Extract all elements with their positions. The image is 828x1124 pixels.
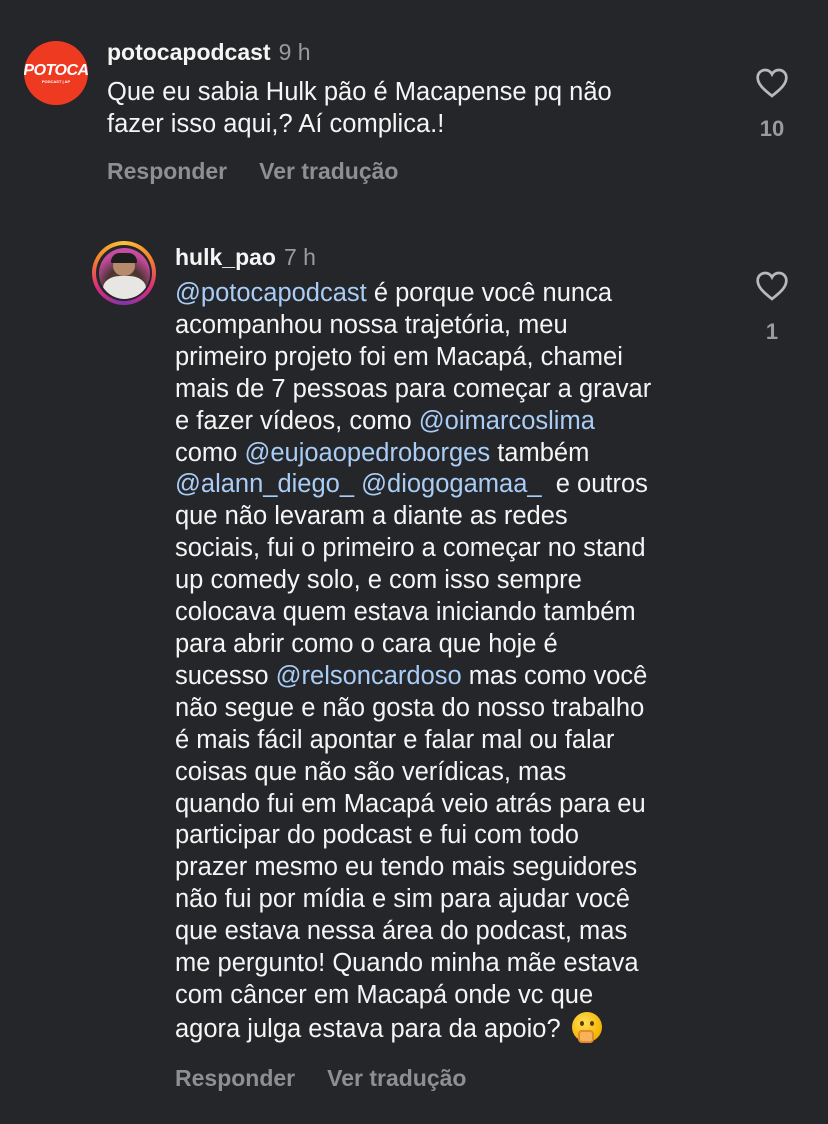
text-segment: e fazer vídeos, como <box>175 406 419 435</box>
mention-link[interactable]: @relsoncardoso <box>276 662 462 690</box>
like-area: 1 <box>747 271 797 345</box>
story-ring <box>92 241 156 305</box>
mention-link[interactable]: @potocapodcast <box>175 279 367 307</box>
reply-button[interactable]: Responder <box>107 158 227 184</box>
like-count: 10 <box>759 116 785 141</box>
comment-text-line: para abrir como o cara que hoje é <box>175 629 558 658</box>
comment-text-line: sucesso @relsoncardoso mas como você <box>175 661 651 693</box>
comment-text-line: mais de 7 pessoas para começar a gravar <box>175 374 652 403</box>
comment-text-line: Que eu sabia Hulk pão é Macapense pq não <box>107 78 612 106</box>
comment-text-line: agora julga estava para da apoio? <box>175 1011 651 1046</box>
timestamp: 7 h <box>283 244 316 270</box>
text-segment: como <box>175 438 245 467</box>
username[interactable]: potocapodcast <box>107 39 271 65</box>
comment-text-line: não segue e não gosta do nosso trabalho <box>175 693 645 722</box>
see-translation-button[interactable]: Ver tradução <box>327 1065 466 1091</box>
profile-photo <box>98 247 150 299</box>
text-segment: é porque você nunca <box>366 279 613 307</box>
comment-text: @potocapodcast é porque você nunca acomp… <box>175 278 651 1046</box>
mention-link[interactable]: @diogogamaa_ <box>361 470 541 498</box>
like-area: 10 <box>747 68 797 142</box>
text-segment: agora julga estava para da apoio? <box>175 1014 568 1043</box>
heart-outline-icon[interactable] <box>755 271 789 301</box>
comment-text-line: que estava nessa área do podcast, mas <box>175 917 628 946</box>
comment-text-line: prazer mesmo eu tendo mais seguidores <box>175 853 638 882</box>
comment-text-line: com câncer em Macapá onde vc que <box>175 980 594 1009</box>
text-segment: também <box>490 438 590 467</box>
comment-actions: Responder Ver tradução <box>107 158 398 185</box>
avatar-logo-text: POTOCA <box>24 61 88 79</box>
avatar-potocapodcast[interactable]: POTOCA PODCAST | AP <box>24 41 88 105</box>
comment-text: Que eu sabia Hulk pão é Macapense pq não… <box>107 76 612 140</box>
avatar-hulk-pao[interactable] <box>92 241 156 305</box>
comment-text-line: @alann_diego_ @diogogamaa_ e outros <box>175 469 651 501</box>
comment-text-line: @potocapodcast é porque você nunca <box>175 278 651 310</box>
comment-text-line: fazer isso aqui,? Aí complica.! <box>107 110 445 138</box>
mention-link[interactable]: @oimarcoslima <box>419 407 595 435</box>
comment-text-line: sociais, fui o primeiro a começar no sta… <box>175 534 646 563</box>
comment-text-line: quando fui em Macapá veio atrás para eu <box>175 789 646 818</box>
comment-text-line: não fui por mídia e sim para ajudar você <box>175 885 630 914</box>
comment-text-line: que não levaram a diante as redes <box>175 502 568 531</box>
mention-link[interactable]: @eujoaopedroborges <box>244 439 490 467</box>
reply-button[interactable]: Responder <box>175 1065 295 1091</box>
avatar-logo-subtext: PODCAST | AP <box>41 78 71 84</box>
comment-text-line: me pergunto! Quando minha mãe estava <box>175 949 639 978</box>
text-segment: e outros <box>541 470 648 499</box>
mention-link[interactable]: @alann_diego_ <box>175 470 354 498</box>
timestamp: 9 h <box>278 39 311 65</box>
heart-outline-icon[interactable] <box>755 68 789 98</box>
comment-text-line: primeiro projeto foi em Macapá, chamei <box>175 342 623 371</box>
comment-text-line: participar do podcast e fui com todo <box>175 821 579 850</box>
see-translation-button[interactable]: Ver tradução <box>259 158 398 184</box>
comment-text-line: e fazer vídeos, como @oimarcoslima <box>175 406 651 438</box>
text-segment: mas como você <box>461 661 648 690</box>
comment-text-line: acompanhou nossa trajetória, meu <box>175 310 568 339</box>
comment-text-line: up comedy solo, e com isso sempre <box>175 566 582 595</box>
comment-text-line: coisas que não são verídicas, mas <box>175 757 567 786</box>
username[interactable]: hulk_pao <box>175 244 276 270</box>
comment-actions: Responder Ver tradução <box>175 1065 466 1092</box>
like-count: 1 <box>765 319 779 344</box>
comment-header: hulk_pao 7 h <box>175 244 316 271</box>
comment-text-line: colocava quem estava iniciando também <box>175 598 636 627</box>
thinking-face-emoji <box>571 1011 602 1043</box>
comment-text-line: é mais fácil apontar e falar mal ou fala… <box>175 725 615 754</box>
comment-text-line: como @eujoaopedroborges também <box>175 438 651 470</box>
text-segment: sucesso <box>175 661 276 690</box>
comment-header: potocapodcast 9 h <box>107 39 311 66</box>
